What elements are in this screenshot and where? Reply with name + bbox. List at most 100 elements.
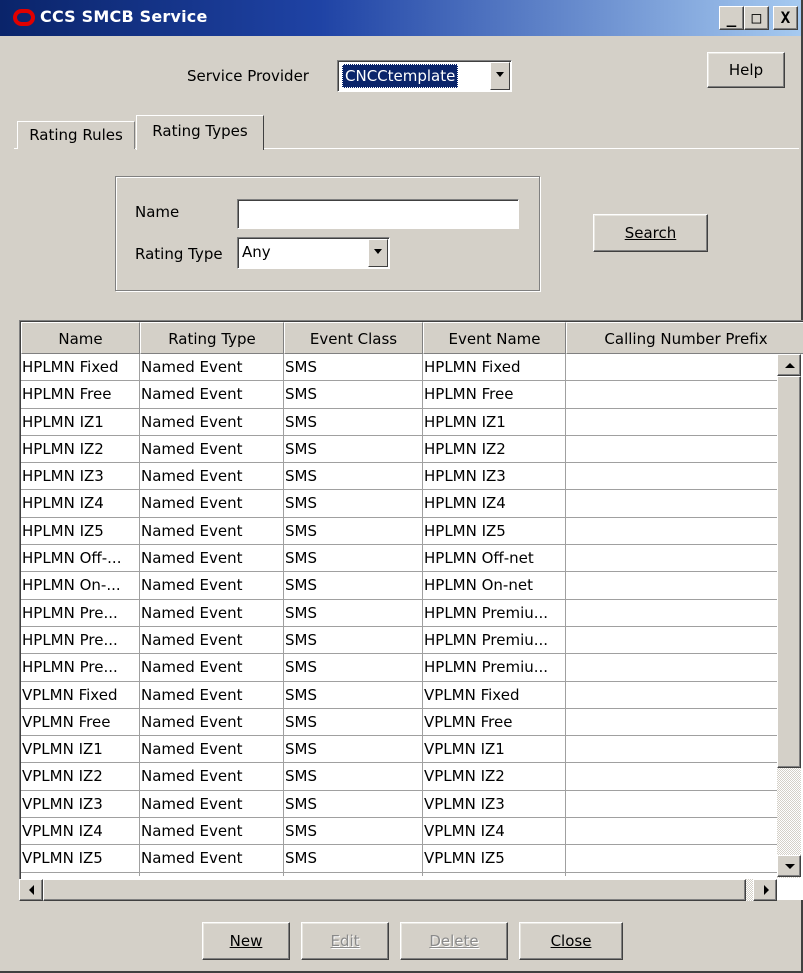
edit-button[interactable]: Edit (301, 922, 389, 960)
cell-name: HPLMN IZ5 (21, 517, 140, 546)
service-provider-dropdown-button[interactable] (490, 62, 510, 90)
table-row[interactable]: VPLMN Fixed Named Event SMS VPLMN Fixed (21, 681, 781, 709)
close-window-button[interactable]: X (773, 6, 798, 30)
column-header-rating-type[interactable]: Rating Type (140, 322, 284, 354)
close-button[interactable]: Close (519, 922, 623, 960)
table-row[interactable]: VPLMN Off...Named EventSMSVPLMN Off-net (21, 872, 781, 876)
cell-calling-number-prefix (566, 381, 781, 409)
cell-calling-number-prefix (566, 490, 781, 518)
tab-rating-types[interactable]: Rating Types (136, 115, 264, 150)
cell-event-name: HPLMN IZ4 (423, 490, 566, 518)
table-row[interactable]: HPLMN IZ3 Named Event SMS HPLMN IZ3 (21, 463, 781, 491)
rating-type-select[interactable]: Any (237, 237, 390, 269)
window-title: CCS SMCB Service (40, 7, 208, 26)
table-row[interactable]: VPLMN IZ5 Named Event SMS VPLMN IZ5 (21, 845, 781, 873)
cell-name: VPLMN IZ5 (21, 845, 140, 873)
cell-rating-type: Named Event (140, 545, 284, 573)
cell-name: HPLMN Pre... (21, 654, 140, 682)
table-row[interactable]: HPLMN IZ2 Named Event SMS HPLMN IZ2 (21, 435, 781, 464)
delete-button[interactable]: Delete (400, 922, 508, 960)
table-row[interactable]: VPLMN IZ4 Named Event SMS VPLMN IZ4 (21, 818, 781, 846)
cell-name: VPLMN IZ1 (21, 736, 140, 764)
cell-rating-type: Named Event (140, 872, 284, 876)
title-bar[interactable]: CCS SMCB Service _ □ X (0, 0, 801, 36)
scroll-down-button[interactable] (777, 855, 801, 877)
cell-calling-number-prefix (566, 736, 781, 764)
rating-type-dropdown-button[interactable] (368, 239, 388, 267)
cell-rating-type: Named Event (140, 763, 284, 791)
arrow-up-icon (785, 363, 795, 368)
cell-event-name: VPLMN IZ2 (423, 763, 566, 791)
cell-calling-number-prefix (566, 408, 781, 436)
cell-event-name: VPLMN Free (423, 708, 566, 737)
name-input[interactable] (237, 199, 519, 229)
service-provider-select[interactable]: CNCCtemplate (337, 60, 512, 92)
horizontal-scroll-thumb[interactable] (43, 879, 746, 901)
horizontal-scrollbar[interactable] (19, 879, 777, 901)
minimize-button[interactable]: _ (719, 6, 744, 30)
column-header-event-class[interactable]: Event Class (284, 322, 423, 354)
cell-calling-number-prefix (566, 790, 781, 819)
cell-rating-type: Named Event (140, 354, 284, 382)
table-row[interactable]: HPLMN Off-... Named Event SMS HPLMN Off-net (21, 545, 781, 573)
vertical-scroll-thumb[interactable] (777, 376, 801, 768)
cell-rating-type: Named Event (140, 599, 284, 627)
table-row[interactable]: HPLMN IZ4 Named Event SMS HPLMN IZ4 (21, 490, 781, 518)
cell-event-class: SMS (284, 818, 423, 846)
scroll-up-button[interactable] (777, 354, 801, 376)
cell-event-name: HPLMN IZ1 (423, 408, 566, 436)
cell-calling-number-prefix (566, 599, 781, 627)
cell-event-name: HPLMN Fixed (423, 354, 566, 382)
table-row[interactable]: HPLMN Pre... Named Event SMS HPLMN Premiu..… (21, 626, 781, 655)
cell-name: VPLMN IZ2 (21, 763, 140, 791)
column-header-calling-number-prefix[interactable]: Calling Number Prefix (566, 322, 803, 354)
edit-button-label: Edit (330, 932, 360, 950)
minimize-icon: _ (726, 8, 737, 27)
table-row[interactable]: VPLMN IZ3 Named Event SMS VPLMN IZ3 (21, 790, 781, 819)
arrow-right-icon (764, 885, 769, 895)
cell-event-class: SMS (284, 517, 423, 546)
table-row[interactable]: HPLMN Pre... Named Event SMS HPLMN Premiu..… (21, 599, 781, 627)
table-row[interactable]: HPLMN On-... Named Event SMS HPLMN On-net (21, 572, 781, 600)
search-button[interactable]: Search (593, 214, 708, 252)
table-row[interactable]: HPLMN IZ5 Named Event SMS HPLMN IZ5 (21, 517, 781, 546)
cell-event-class: SMS (284, 408, 423, 436)
cell-rating-type: Named Event (140, 408, 284, 436)
help-button[interactable]: Help (707, 52, 785, 88)
cell-rating-type: Named Event (140, 463, 284, 491)
chevron-down-icon (496, 72, 504, 77)
table-row[interactable]: HPLMN Fixed Named Event SMS HPLMN Fixed (21, 354, 781, 382)
table-row[interactable]: VPLMN IZ1 Named Event SMS VPLMN IZ1 (21, 736, 781, 764)
table-header: Name Rating Type Event Class Event Name … (21, 322, 803, 354)
new-button[interactable]: New (202, 922, 290, 960)
cell-calling-number-prefix (566, 517, 781, 546)
cell-name: HPLMN IZ1 (21, 408, 140, 436)
cell-name: VPLMN Free (21, 708, 140, 737)
cell-event-class: SMS (284, 599, 423, 627)
chevron-down-icon (374, 249, 382, 254)
column-header-name[interactable]: Name (21, 322, 140, 354)
maximize-button[interactable]: □ (744, 6, 769, 30)
scroll-left-button[interactable] (19, 879, 43, 901)
cell-rating-type: Named Event (140, 517, 284, 546)
table-row[interactable]: VPLMN IZ2 Named Event SMS VPLMN IZ2 (21, 763, 781, 791)
new-button-label: New (229, 932, 263, 950)
cell-event-class: SMS (284, 572, 423, 600)
column-header-event-name[interactable]: Event Name (423, 322, 566, 354)
table-row[interactable]: HPLMN Pre... Named Event SMS HPLMN Premiu..… (21, 654, 781, 682)
table-row[interactable]: VPLMN Free Named Event SMS VPLMN Free (21, 708, 781, 737)
table-row[interactable]: HPLMN IZ1 Named Event SMS HPLMN IZ1 (21, 408, 781, 436)
vertical-scrollbar[interactable] (777, 354, 801, 878)
maximize-icon: □ (751, 8, 762, 27)
scroll-right-button[interactable] (753, 879, 777, 901)
service-provider-value: CNCCtemplate (342, 64, 459, 88)
cell-event-name: VPLMN Fixed (423, 681, 566, 709)
ccs-smcb-service-window: CCS SMCB Service _ □ X Service Provider … (0, 0, 803, 973)
cell-event-class: SMS (284, 545, 423, 573)
cell-event-class: SMS (284, 435, 423, 464)
tab-rating-rules[interactable]: Rating Rules (17, 121, 135, 149)
cell-name: VPLMN Fixed (21, 681, 140, 709)
table-row[interactable]: HPLMN Free Named Event SMS HPLMN Free (21, 381, 781, 409)
cell-event-class: SMS (284, 872, 423, 876)
cell-name: HPLMN Off-... (21, 545, 140, 573)
